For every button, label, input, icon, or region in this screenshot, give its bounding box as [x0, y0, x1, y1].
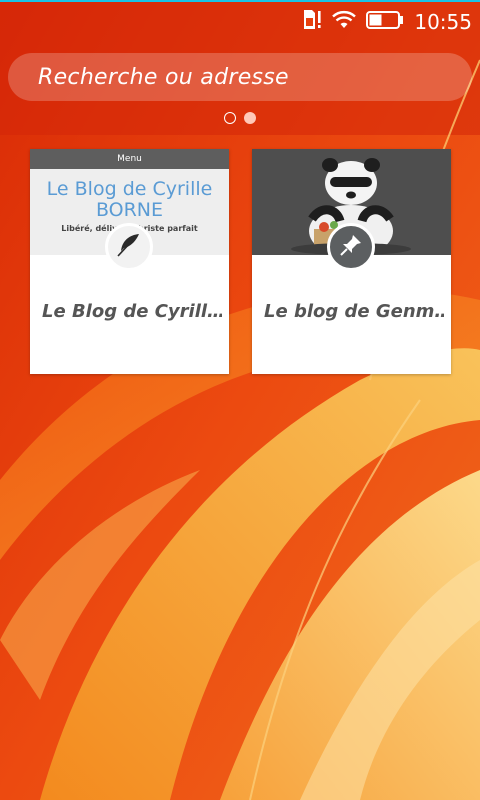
thumbnail-title-line-1: Le Blog de Cyrille [46, 178, 213, 200]
site-badge [327, 223, 375, 271]
site-tile-cyrille-borne[interactable]: Menu Le Blog de Cyrille BORNE Libéré, dé… [30, 149, 229, 374]
pin-icon [338, 232, 364, 262]
site-tile-genma[interactable]: Le blog de Genm… [252, 149, 451, 374]
status-bar: 10:55 [0, 2, 480, 40]
battery-icon [366, 11, 404, 33]
sim-alert-icon [302, 9, 322, 35]
thumbnail-blog-title: Le Blog de Cyrille BORNE [30, 179, 229, 221]
wifi-icon [332, 10, 357, 34]
thumbnail-menu-bar: Menu [30, 149, 229, 169]
page-indicator [224, 112, 256, 126]
thumbnail-menu-label: Menu [117, 154, 142, 164]
site-badge [105, 223, 153, 271]
clock: 10:55 [414, 10, 472, 34]
status-icons: 10:55 [302, 8, 472, 36]
search-placeholder: Recherche ou adresse [38, 64, 289, 90]
thumbnail-title-line-2: BORNE [95, 199, 164, 221]
search-address-bar[interactable]: Recherche ou adresse [8, 53, 472, 101]
feather-icon [115, 231, 143, 263]
site-tile-label: Le blog de Genm… [264, 301, 444, 322]
page-dot-1[interactable] [224, 112, 236, 124]
site-tile-label: Le Blog de Cyrill… [42, 301, 222, 322]
page-dot-2-active[interactable] [244, 112, 256, 124]
